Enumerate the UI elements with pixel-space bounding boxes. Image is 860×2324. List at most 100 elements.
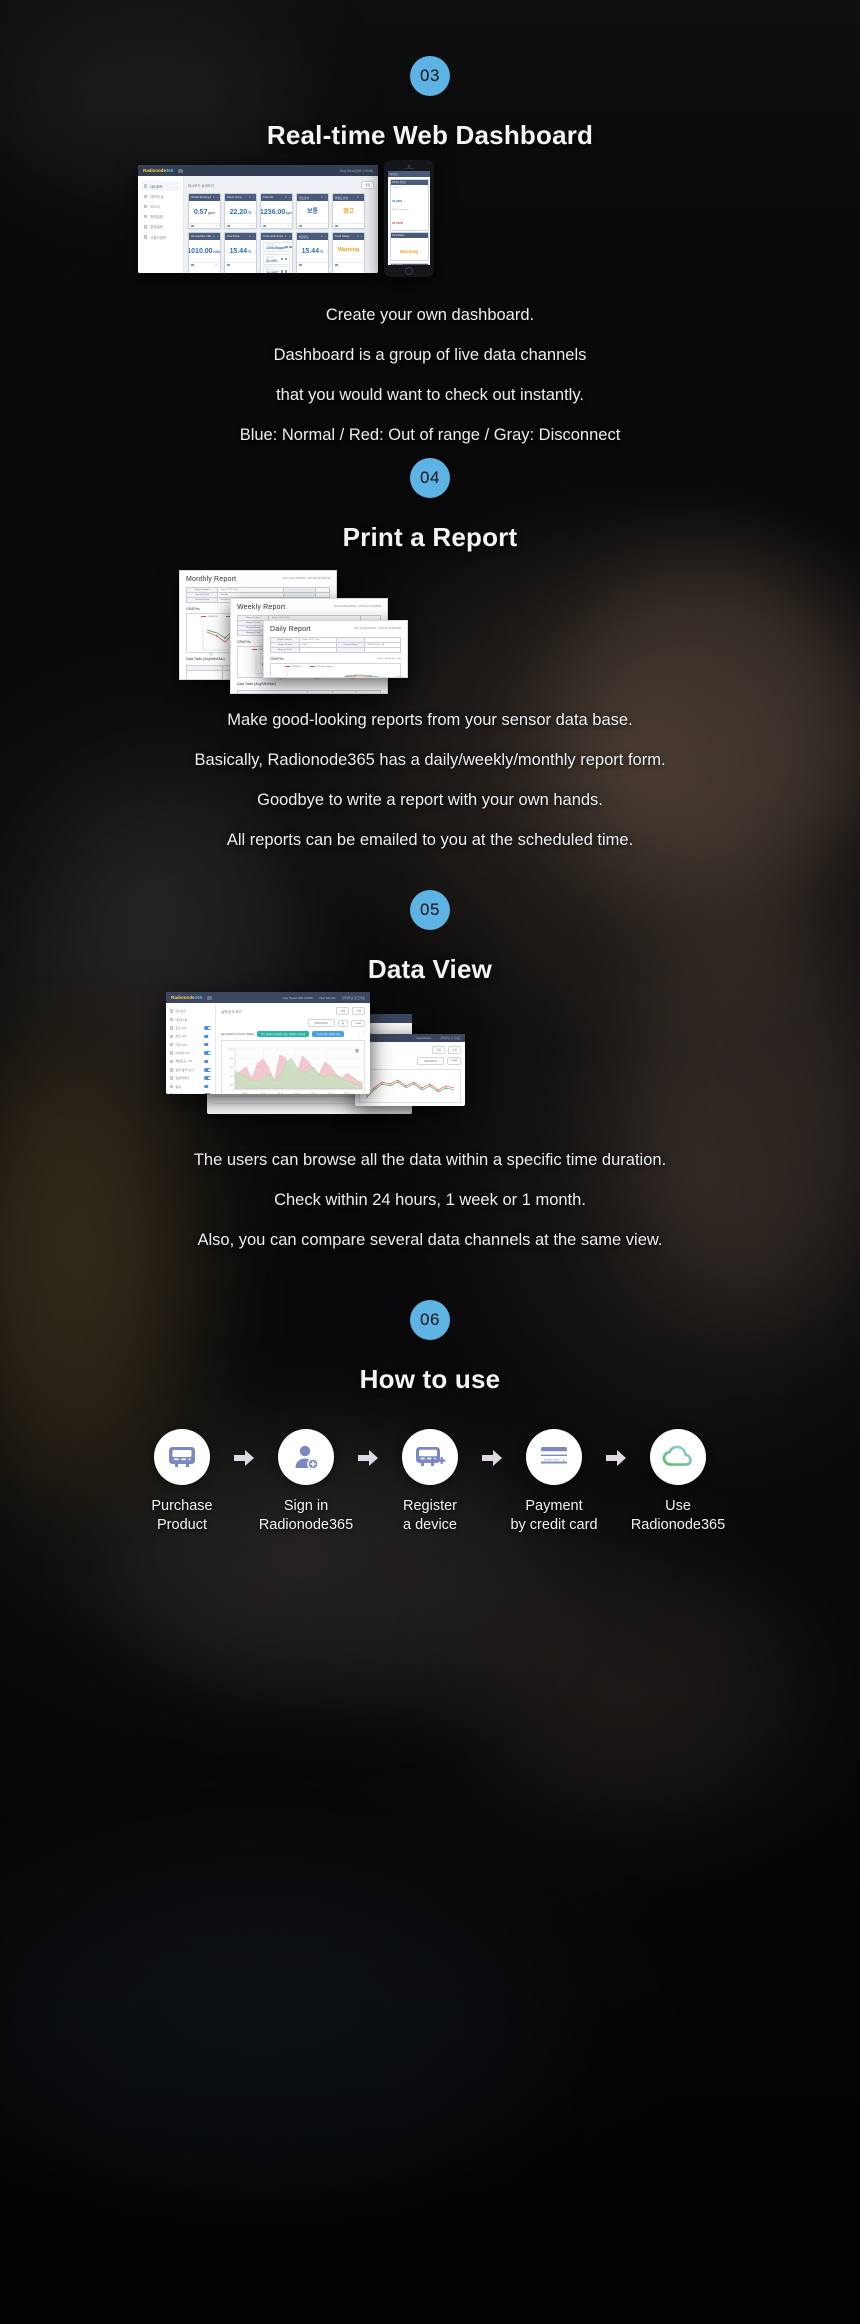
sidebar-item-dataview[interactable]: 데이터 뷰 › (141, 191, 180, 201)
sidebar-item-settings[interactable]: 환경설정 › (141, 212, 180, 222)
channel-toggle[interactable] (204, 1059, 211, 1064)
status-icon (299, 224, 302, 228)
section-badge: 05 (410, 890, 450, 930)
desc-line: Make good-looking reports from your sens… (227, 711, 633, 729)
home-button-icon[interactable] (405, 267, 413, 275)
status-icon (191, 263, 194, 267)
date-input[interactable]: 2016/05/15 (307, 1019, 335, 1027)
hamburger-icon[interactable] (178, 168, 184, 173)
edit-icon[interactable]: ✎ (213, 196, 215, 199)
more-icon[interactable]: ▪ (325, 196, 326, 199)
channel-item[interactable]: 체감온도 ch5 (168, 1057, 213, 1065)
pill-monitor[interactable]: 온도 데이터 모니터링 / 습도 데이터 모니터링 (257, 1031, 310, 1037)
desc-line: The users can browse all the data within… (193, 1151, 667, 1169)
sidebar-item-dataview[interactable]: 데이터 뷰 › (168, 1015, 213, 1023)
flow-step-purchase[interactable]: Purchase Product (133, 1429, 231, 1535)
more-icon[interactable]: ▪ (325, 235, 326, 238)
more-icon[interactable]: ▪ (253, 196, 254, 199)
sidebar-item-label: 대시보드 (150, 184, 163, 189)
channel-toggle[interactable] (204, 1026, 211, 1030)
download-icon[interactable]: ⤓ (359, 1033, 360, 1036)
dashboard-tile-multi[interactable]: Temp and Humidity✎▪ CO2 ch11236.00ppm 습도… (260, 232, 293, 273)
channel-toggle[interactable] (204, 1084, 211, 1089)
sidebar-item-userinfo[interactable]: 사용자정보 › (141, 232, 180, 242)
more-icon[interactable]: ▪ (289, 235, 290, 238)
channel-item[interactable]: 기압 ch3 (168, 1041, 213, 1049)
edit-icon[interactable]: ✎ (285, 196, 287, 199)
sidebar-item-label: 이슬점 ch4 (175, 1051, 190, 1056)
channel-item[interactable]: 데이터 (168, 1091, 213, 1094)
edit-button[interactable]: 수정 (352, 1007, 365, 1015)
more-icon[interactable]: ▪ (361, 235, 362, 238)
edit-icon[interactable]: ✎ (321, 235, 323, 238)
dashboard-tile[interactable]: 결로감지 ✎ ▪ 보통 (296, 193, 329, 229)
hamburger-icon[interactable] (207, 995, 213, 1000)
channel-item[interactable]: 실적 분석 보기 (168, 1066, 213, 1074)
date-input[interactable]: 2016/05/17 (417, 1057, 445, 1065)
more-icon[interactable]: ▪ (217, 235, 218, 238)
edit-icon[interactable]: ✎ (285, 235, 287, 238)
flow-step-payment[interactable]: credit card Payment by credit card (505, 1429, 603, 1535)
section-05: 05 Data View (0, 890, 860, 985)
load-button[interactable]: Load (351, 1019, 365, 1027)
channel-toggle[interactable] (204, 1093, 211, 1094)
edit-icon[interactable]: ✎ (213, 235, 215, 238)
channel-item[interactable]: 이슬점 ch4 (168, 1049, 213, 1057)
phone-card[interactable]: Off-line 온습도 상대습도 % 23.39% ▪ RLIDE Temper… (389, 178, 429, 231)
more-icon[interactable]: ▪ (289, 196, 290, 199)
sidebar-item-dashboard[interactable]: 대시보드 (168, 1007, 213, 1015)
flow-step-signin[interactable]: Sign in Radionode365 (257, 1429, 355, 1535)
more-icon[interactable]: ▪ (217, 196, 218, 199)
device-register-icon (416, 1447, 446, 1466)
chart-icon[interactable] (284, 257, 287, 261)
expand-icon[interactable]: ⤢ (363, 1033, 365, 1036)
dashboard-tile[interactable]: Dew Point ✎ ▪ 15.44℃ (224, 232, 257, 273)
dashboard-tile[interactable]: CO2 ch1 ✎ ▪ 1236.00ppm min (260, 193, 293, 229)
edit-icon[interactable]: ✎ (249, 235, 251, 238)
phone-card[interactable]: Food Safety Warning (389, 232, 429, 261)
channel-item[interactable]: 습도 ch2 (168, 1032, 213, 1040)
dashboard-tile[interactable]: HCHO Sensing Rate✎▪ 0.57ppm min (188, 193, 221, 229)
pill-realtime[interactable]: 실시간 차트 데이터 조회 (312, 1031, 345, 1037)
settings-button[interactable]: 설정 (432, 1046, 446, 1054)
settings-button[interactable]: 설정 (360, 181, 374, 189)
channel-toggle[interactable] (204, 1051, 211, 1055)
dashboard-tile[interactable]: 위험도 판정 ✎ ▪ 경고 (332, 193, 365, 229)
svg-text:12:00: 12:00 (328, 1093, 334, 1094)
settings-button[interactable]: 설정 (336, 1007, 350, 1015)
edit-icon[interactable]: ✎ (357, 196, 359, 199)
chart-icon[interactable] (284, 270, 287, 273)
desc-line: Basically, Radionode365 has a daily/week… (194, 751, 666, 769)
sidebar-item-dashboard[interactable]: 대시보드 (141, 181, 180, 192)
channel-toggle[interactable] (204, 1034, 211, 1039)
channel-toggle[interactable] (204, 1076, 211, 1080)
page-title: How to use (359, 1364, 501, 1394)
dashboard-tile[interactable]: 체감온도 ✎ ▪ 15.44℃ (296, 232, 329, 273)
sidebar-item-report[interactable]: 보고서 › (141, 201, 180, 211)
flow-step-use[interactable]: Use Radionode365 (629, 1429, 727, 1535)
channel-item[interactable]: 알람데이터 (168, 1074, 213, 1082)
channel-toggle[interactable] (204, 1068, 211, 1072)
channel-toggle[interactable] (204, 1042, 211, 1047)
channel-item[interactable]: 온도 ch1 (168, 1024, 213, 1032)
account-label[interactable]: 관리자님 로그아웃 (342, 996, 365, 1000)
edit-icon[interactable]: ✎ (249, 196, 251, 199)
phone-card[interactable]: Dew Point 15.08℃ (389, 262, 429, 265)
channel-item[interactable]: 통계 (168, 1082, 213, 1090)
flow-step-register[interactable]: Register a device (381, 1429, 479, 1535)
load-button[interactable]: Load (447, 1057, 461, 1065)
report-daterange: 2017-01-01 00:00:00 ~ 2017-01-31 23:59:5… (282, 577, 330, 580)
dashboard-tile[interactable]: Food Safety ✎ ▪ Warning (332, 232, 365, 273)
edit-icon[interactable]: ✎ (357, 235, 359, 238)
more-icon[interactable]: ▪ (253, 235, 254, 238)
landing-page: 03 Real-time Web Dashboard Radionode365 … (0, 0, 860, 2324)
more-icon[interactable]: ▪ (361, 196, 362, 199)
edit-icon[interactable]: ✎ (321, 196, 323, 199)
dashboard-tile[interactable]: Atmosphere mBar ✎ ▪ 1010.00mBar min (188, 232, 221, 273)
calendar-icon[interactable]: ▤ (337, 1019, 349, 1027)
chart-icon[interactable] (289, 245, 292, 249)
sidebar-item-alarm[interactable]: 알림설정 › (141, 222, 180, 232)
edit-button[interactable]: 수정 (448, 1046, 461, 1054)
dashboard-tile[interactable]: Room Temp ✎ ▪ 22.20℃ min (224, 193, 257, 229)
tile-value: 경고 (342, 209, 355, 215)
